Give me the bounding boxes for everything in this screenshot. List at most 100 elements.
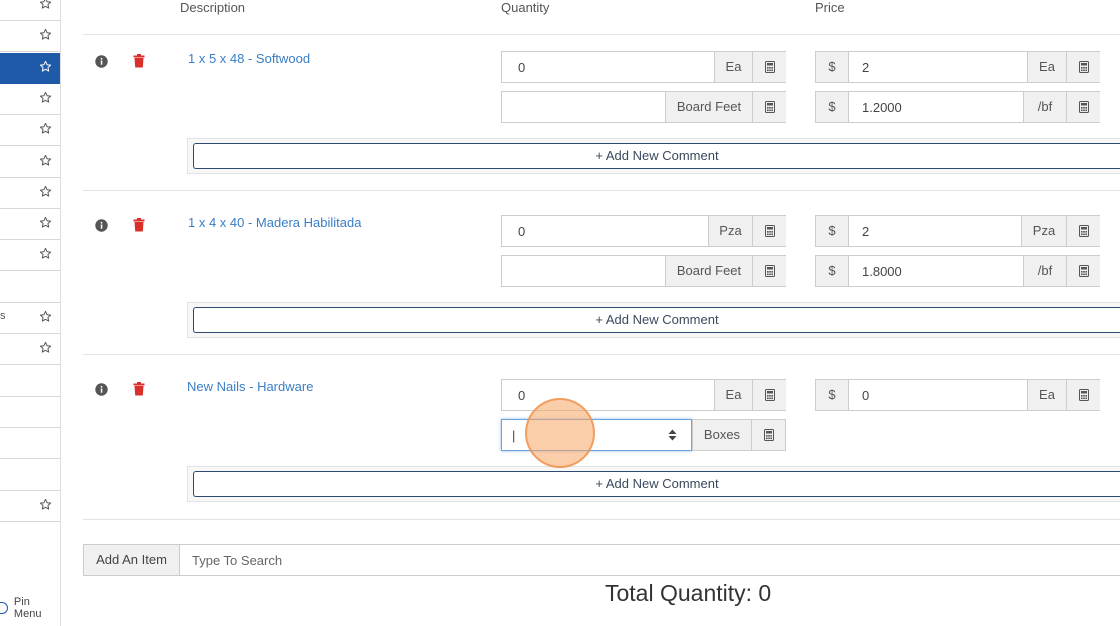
- sidebar-item[interactable]: [0, 428, 60, 460]
- add-item-button[interactable]: Add An Item: [84, 545, 180, 575]
- description-header: Description: [180, 0, 246, 15]
- quantity-header: Quantity: [501, 0, 550, 15]
- unit-addon: /bf: [1023, 256, 1066, 286]
- info-icon[interactable]: [95, 383, 109, 397]
- item-name-link[interactable]: 1 x 5 x 48 - Softwood: [188, 51, 310, 66]
- price-field[interactable]: $ 0 Ea: [815, 379, 1100, 411]
- trash-icon[interactable]: [133, 382, 147, 396]
- boxes-addon-group: Boxes: [692, 419, 786, 451]
- unit-addon: Board Feet: [665, 92, 752, 122]
- favorite-star-icon[interactable]: [39, 247, 52, 260]
- unit-addon: Pza: [1021, 216, 1066, 246]
- add-comment-button[interactable]: + Add New Comment: [193, 307, 1120, 333]
- comment-well: + Add New Comment: [187, 466, 1120, 502]
- item-name-link[interactable]: 1 x 4 x 40 - Madera Habilitada: [188, 215, 361, 230]
- comment-well: + Add New Comment: [187, 302, 1120, 338]
- favorite-star-icon[interactable]: [39, 185, 52, 198]
- calculator-icon[interactable]: [1066, 92, 1100, 122]
- quantity-field[interactable]: 0 Pza: [501, 215, 786, 247]
- sidebar-item[interactable]: [0, 459, 60, 491]
- favorite-star-icon[interactable]: [39, 122, 52, 135]
- favorite-star-icon[interactable]: [39, 60, 52, 73]
- sidebar-item[interactable]: [0, 334, 60, 366]
- number-spinner-icon[interactable]: [668, 429, 677, 444]
- sidebar-item[interactable]: [0, 177, 60, 209]
- sidebar-item-label: s: [0, 310, 6, 322]
- row-divider: [83, 519, 1120, 520]
- sidebar-item[interactable]: [0, 146, 60, 178]
- calculator-icon[interactable]: [752, 256, 786, 286]
- currency-addon: $: [816, 380, 849, 410]
- price-field[interactable]: $ 2 Pza: [815, 215, 1100, 247]
- sidebar-item[interactable]: s: [0, 303, 60, 334]
- click-highlight: [525, 398, 595, 468]
- unit-addon: Ea: [714, 380, 752, 410]
- favorite-star-icon[interactable]: [39, 28, 52, 41]
- info-icon[interactable]: [95, 55, 109, 69]
- unit-addon: /bf: [1023, 92, 1066, 122]
- sidebar-item[interactable]: [0, 365, 60, 397]
- currency-addon: $: [816, 256, 849, 286]
- sidebar-item[interactable]: [0, 115, 60, 147]
- price-secondary-field[interactable]: $ 1.2000 /bf: [815, 91, 1100, 123]
- calculator-icon[interactable]: [1066, 256, 1100, 286]
- add-item-bar: Add An Item: [83, 544, 1120, 576]
- favorite-star-icon[interactable]: [39, 498, 52, 511]
- quantity-field[interactable]: 0 Ea: [501, 51, 786, 83]
- trash-icon[interactable]: [133, 54, 147, 68]
- sidebar: s Pin Menu: [0, 0, 61, 626]
- calculator-icon[interactable]: [1066, 380, 1100, 410]
- favorite-star-icon[interactable]: [39, 154, 52, 167]
- unit-addon: Ea: [1027, 52, 1066, 82]
- sidebar-item[interactable]: [0, 490, 60, 522]
- add-comment-button[interactable]: + Add New Comment: [193, 143, 1120, 169]
- row-divider: [83, 34, 1120, 35]
- sidebar-item[interactable]: [0, 396, 60, 428]
- quantity-secondary-field[interactable]: Board Feet: [501, 255, 786, 287]
- favorite-star-icon[interactable]: [39, 91, 52, 104]
- calculator-icon[interactable]: [1066, 216, 1100, 246]
- unit-addon: Boxes: [692, 420, 751, 450]
- calculator-icon[interactable]: [752, 216, 786, 246]
- info-icon[interactable]: [95, 219, 109, 233]
- favorite-star-icon[interactable]: [39, 341, 52, 354]
- calculator-icon[interactable]: [1066, 52, 1100, 82]
- sidebar-item[interactable]: [0, 271, 60, 303]
- sidebar-item[interactable]: [0, 0, 60, 21]
- calculator-icon[interactable]: [752, 92, 786, 122]
- sidebar-item[interactable]: [0, 52, 60, 84]
- price-header: Price: [815, 0, 845, 15]
- item-search-input[interactable]: [180, 545, 1120, 575]
- calculator-icon[interactable]: [752, 52, 786, 82]
- unit-addon: Ea: [714, 52, 752, 82]
- calculator-icon[interactable]: [751, 420, 785, 450]
- unit-addon: Ea: [1027, 380, 1066, 410]
- total-quantity-label: Total Quantity: [605, 580, 746, 606]
- quantity-value: 0: [518, 60, 526, 75]
- currency-addon: $: [816, 52, 849, 82]
- calculator-icon[interactable]: [752, 380, 786, 410]
- price-secondary-value: 1.8000: [862, 264, 902, 279]
- price-secondary-value: 1.2000: [862, 100, 902, 115]
- pin-menu-button[interactable]: Pin Menu: [0, 590, 60, 626]
- favorite-star-icon[interactable]: [39, 0, 52, 10]
- sidebar-item[interactable]: [0, 240, 60, 272]
- comment-well: + Add New Comment: [187, 138, 1120, 174]
- row-divider: [83, 354, 1120, 355]
- favorite-star-icon[interactable]: [39, 216, 52, 229]
- add-comment-button[interactable]: + Add New Comment: [193, 471, 1120, 497]
- sidebar-item[interactable]: [0, 21, 60, 53]
- quantity-value: 0: [518, 224, 526, 239]
- unit-addon: Board Feet: [665, 256, 752, 286]
- sidebar-item[interactable]: [0, 209, 60, 241]
- price-value: 2: [862, 60, 870, 75]
- price-field[interactable]: $ 2 Ea: [815, 51, 1100, 83]
- item-name-link[interactable]: New Nails - Hardware: [187, 379, 313, 394]
- quantity-secondary-field[interactable]: Board Feet: [501, 91, 786, 123]
- quantity-value: 0: [518, 388, 526, 403]
- sidebar-item[interactable]: [0, 83, 60, 115]
- total-quantity-value: 0: [758, 580, 772, 606]
- trash-icon[interactable]: [133, 218, 147, 232]
- price-secondary-field[interactable]: $ 1.8000 /bf: [815, 255, 1100, 287]
- favorite-star-icon[interactable]: [39, 310, 52, 323]
